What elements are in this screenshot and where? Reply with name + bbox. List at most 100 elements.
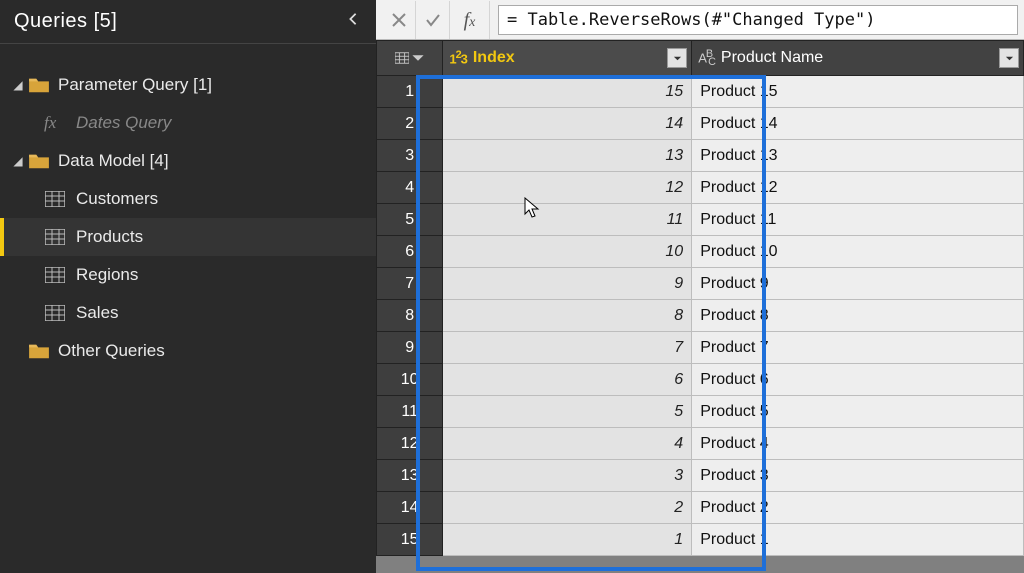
cell-index[interactable]: 9 bbox=[443, 268, 692, 300]
row-number[interactable]: 5 bbox=[377, 204, 443, 236]
table-row[interactable]: 79Product 9 bbox=[377, 268, 1024, 300]
query-dates-query[interactable]: fx Dates Query bbox=[0, 104, 376, 142]
cell-product-name[interactable]: Product 5 bbox=[692, 396, 1024, 428]
fx-icon: fx bbox=[44, 113, 68, 133]
cell-index[interactable]: 5 bbox=[443, 396, 692, 428]
folder-other-queries[interactable]: Other Queries bbox=[0, 332, 376, 370]
query-regions[interactable]: Regions bbox=[0, 256, 376, 294]
cell-product-name[interactable]: Product 1 bbox=[692, 524, 1024, 556]
query-products[interactable]: Products bbox=[0, 218, 376, 256]
column-filter-button[interactable] bbox=[667, 48, 687, 68]
table-row[interactable]: 115Product 15 bbox=[377, 76, 1024, 108]
cell-index[interactable]: 3 bbox=[443, 460, 692, 492]
table-icon bbox=[395, 51, 409, 65]
folder-data-model[interactable]: ◢ Data Model [4] bbox=[0, 142, 376, 180]
formula-input[interactable] bbox=[498, 5, 1018, 35]
row-number[interactable]: 9 bbox=[377, 332, 443, 364]
table-row[interactable]: 313Product 13 bbox=[377, 140, 1024, 172]
text-type-icon: ABC bbox=[698, 48, 715, 69]
cell-index[interactable]: 4 bbox=[443, 428, 692, 460]
row-number[interactable]: 4 bbox=[377, 172, 443, 204]
column-header-product-name[interactable]: ABC Product Name bbox=[692, 41, 1024, 76]
query-label: Customers bbox=[76, 189, 158, 209]
cell-index[interactable]: 6 bbox=[443, 364, 692, 396]
table-row[interactable]: 124Product 4 bbox=[377, 428, 1024, 460]
table-row[interactable]: 610Product 10 bbox=[377, 236, 1024, 268]
folder-icon bbox=[28, 76, 50, 94]
select-all-cell[interactable] bbox=[377, 41, 443, 76]
cell-index[interactable]: 15 bbox=[443, 76, 692, 108]
column-header-index[interactable]: 123 Index bbox=[443, 41, 692, 76]
chevron-down-icon bbox=[411, 51, 425, 65]
query-customers[interactable]: Customers bbox=[0, 180, 376, 218]
table-row[interactable]: 115Product 5 bbox=[377, 396, 1024, 428]
query-sales[interactable]: Sales bbox=[0, 294, 376, 332]
expand-arrow-icon: ◢ bbox=[10, 78, 26, 92]
row-number[interactable]: 10 bbox=[377, 364, 443, 396]
cell-product-name[interactable]: Product 4 bbox=[692, 428, 1024, 460]
table-icon bbox=[44, 266, 66, 284]
table-row[interactable]: 214Product 14 bbox=[377, 108, 1024, 140]
sidebar-header: Queries [5] bbox=[0, 0, 376, 44]
folder-icon bbox=[28, 152, 50, 170]
cell-product-name[interactable]: Product 2 bbox=[692, 492, 1024, 524]
table-row[interactable]: 511Product 11 bbox=[377, 204, 1024, 236]
column-filter-button[interactable] bbox=[999, 48, 1019, 68]
row-number[interactable]: 11 bbox=[377, 396, 443, 428]
query-tree: ◢ Parameter Query [1] fx Dates Query ◢ D… bbox=[0, 44, 376, 370]
row-number[interactable]: 2 bbox=[377, 108, 443, 140]
cell-product-name[interactable]: Product 6 bbox=[692, 364, 1024, 396]
fx-icon: fx bbox=[450, 1, 490, 39]
cell-product-name[interactable]: Product 7 bbox=[692, 332, 1024, 364]
row-number[interactable]: 7 bbox=[377, 268, 443, 300]
data-grid-wrap: 123 Index ABC Product Name 115Product bbox=[376, 40, 1024, 573]
table-row[interactable]: 106Product 6 bbox=[377, 364, 1024, 396]
cell-index[interactable]: 14 bbox=[443, 108, 692, 140]
row-number[interactable]: 8 bbox=[377, 300, 443, 332]
cell-product-name[interactable]: Product 8 bbox=[692, 300, 1024, 332]
cancel-formula-button[interactable] bbox=[382, 1, 416, 39]
sidebar-title: Queries [5] bbox=[14, 10, 117, 33]
row-number[interactable]: 6 bbox=[377, 236, 443, 268]
cell-index[interactable]: 11 bbox=[443, 204, 692, 236]
collapse-sidebar-button[interactable] bbox=[346, 12, 360, 31]
data-grid[interactable]: 123 Index ABC Product Name 115Product bbox=[376, 40, 1024, 556]
cell-product-name[interactable]: Product 10 bbox=[692, 236, 1024, 268]
cell-product-name[interactable]: Product 12 bbox=[692, 172, 1024, 204]
cell-index[interactable]: 8 bbox=[443, 300, 692, 332]
table-row[interactable]: 151Product 1 bbox=[377, 524, 1024, 556]
cell-product-name[interactable]: Product 13 bbox=[692, 140, 1024, 172]
table-row[interactable]: 142Product 2 bbox=[377, 492, 1024, 524]
cell-index[interactable]: 1 bbox=[443, 524, 692, 556]
cell-product-name[interactable]: Product 9 bbox=[692, 268, 1024, 300]
row-number[interactable]: 14 bbox=[377, 492, 443, 524]
queries-sidebar: Queries [5] ◢ Parameter Query [1] fx Dat… bbox=[0, 0, 376, 573]
table-icon bbox=[44, 190, 66, 208]
cell-index[interactable]: 7 bbox=[443, 332, 692, 364]
cell-index[interactable]: 13 bbox=[443, 140, 692, 172]
cell-product-name[interactable]: Product 14 bbox=[692, 108, 1024, 140]
cell-index[interactable]: 2 bbox=[443, 492, 692, 524]
table-row[interactable]: 133Product 3 bbox=[377, 460, 1024, 492]
row-number[interactable]: 1 bbox=[377, 76, 443, 108]
cell-product-name[interactable]: Product 3 bbox=[692, 460, 1024, 492]
table-icon bbox=[44, 304, 66, 322]
query-label: Products bbox=[76, 227, 143, 247]
commit-formula-button[interactable] bbox=[416, 1, 450, 39]
table-icon bbox=[44, 228, 66, 246]
table-row[interactable]: 88Product 8 bbox=[377, 300, 1024, 332]
cell-product-name[interactable]: Product 15 bbox=[692, 76, 1024, 108]
row-number[interactable]: 12 bbox=[377, 428, 443, 460]
table-row[interactable]: 412Product 12 bbox=[377, 172, 1024, 204]
cell-product-name[interactable]: Product 11 bbox=[692, 204, 1024, 236]
table-row[interactable]: 97Product 7 bbox=[377, 332, 1024, 364]
folder-parameter-query[interactable]: ◢ Parameter Query [1] bbox=[0, 66, 376, 104]
row-number[interactable]: 13 bbox=[377, 460, 443, 492]
cell-index[interactable]: 10 bbox=[443, 236, 692, 268]
column-label: Index bbox=[473, 49, 515, 67]
column-label: Product Name bbox=[721, 49, 823, 67]
cell-index[interactable]: 12 bbox=[443, 172, 692, 204]
folder-label: Data Model [4] bbox=[58, 151, 169, 171]
row-number[interactable]: 15 bbox=[377, 524, 443, 556]
row-number[interactable]: 3 bbox=[377, 140, 443, 172]
